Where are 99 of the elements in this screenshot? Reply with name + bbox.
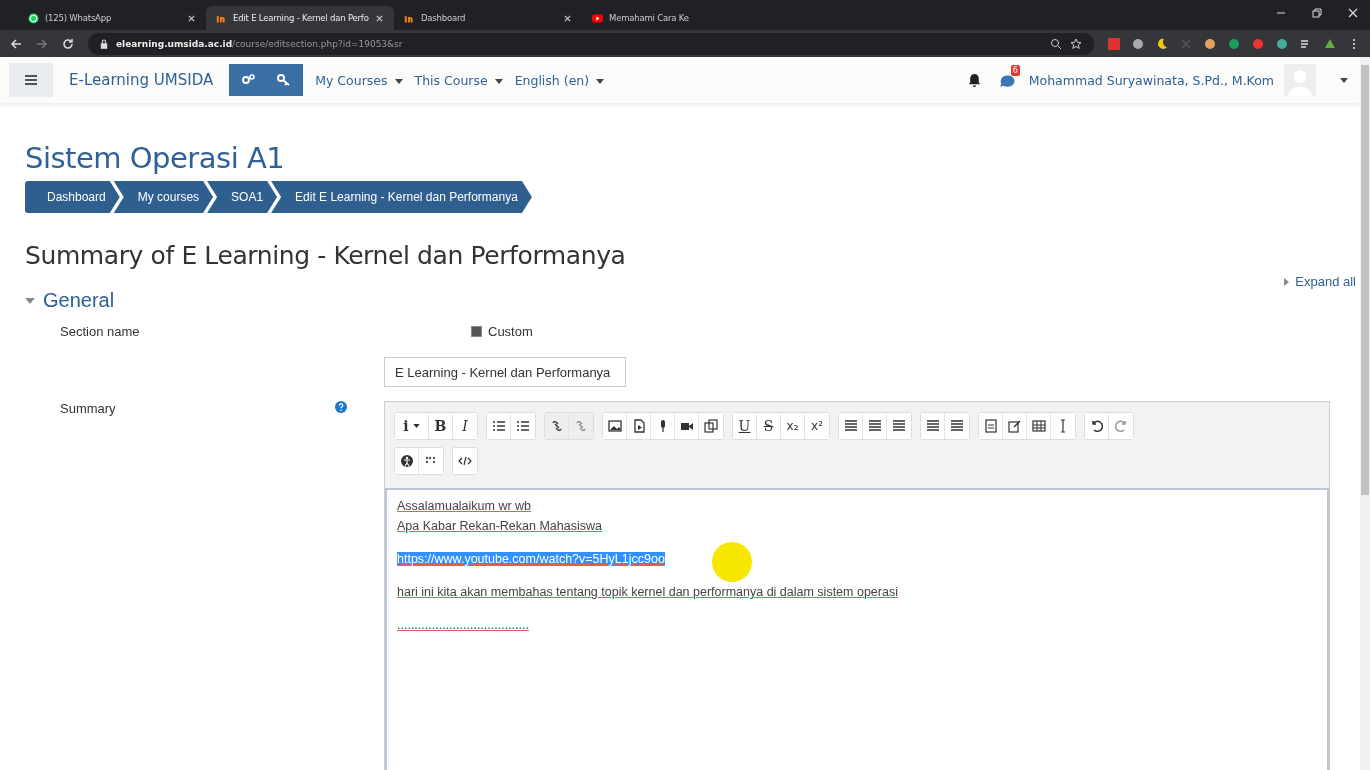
close-icon[interactable] <box>187 13 196 23</box>
checkbox[interactable] <box>471 326 482 337</box>
tab-title: Dashboard <box>421 13 467 23</box>
field-label: Summary <box>59 401 117 416</box>
nav-menu[interactable]: This Course <box>414 72 503 88</box>
triangle-icon <box>1284 277 1290 286</box>
extension-icon[interactable] <box>1204 37 1216 50</box>
key-icon[interactable] <box>277 74 292 86</box>
help-icon[interactable] <box>335 401 347 413</box>
url-text: elearning.umsida.ac.id/course/editsection.php?id=19053&sr <box>116 38 403 49</box>
undo-icon <box>1089 419 1104 433</box>
close-icon[interactable] <box>563 13 572 23</box>
tab-title: Edit E Learning - Kernel dan Perfo <box>233 13 369 23</box>
editor-text: Assalamualaikum wr wb <box>397 499 532 513</box>
indent-icon <box>950 419 964 433</box>
link-button[interactable] <box>545 413 569 439</box>
back-icon[interactable] <box>10 37 22 50</box>
triangle-icon[interactable] <box>25 297 35 304</box>
info-button[interactable]: i <box>395 413 429 439</box>
align-left-icon <box>843 419 858 433</box>
reload-icon[interactable] <box>62 37 74 50</box>
numbers-icon <box>516 419 530 433</box>
section-title[interactable]: General <box>43 289 115 312</box>
gears-icon[interactable] <box>241 74 256 86</box>
underline-button[interactable]: U <box>733 413 757 439</box>
extension-icon[interactable] <box>1324 37 1336 50</box>
nav-menu[interactable]: English (en) <box>514 72 605 88</box>
menu-icon <box>25 75 37 85</box>
code-icon <box>458 454 472 468</box>
image-icon <box>607 419 622 433</box>
outdent-button[interactable] <box>921 413 945 439</box>
editor-area[interactable] <box>385 488 1329 770</box>
breadcrumb[interactable]: SOA1 <box>207 181 278 213</box>
extension-icon[interactable] <box>1276 37 1288 50</box>
chat-icon[interactable] <box>998 72 1015 88</box>
table-icon <box>1031 419 1046 433</box>
caret-icon <box>394 78 403 84</box>
chat-icon <box>28 12 39 24</box>
image-button[interactable] <box>603 413 627 439</box>
media-icon <box>631 419 646 433</box>
undo-button[interactable] <box>1085 413 1109 439</box>
input-field[interactable]: E Learning - Kernel dan Performanya <box>384 357 626 387</box>
caret-icon <box>412 424 420 428</box>
editor-text: hari ini kita akan membahas tentang topik kernel dan performanya di dalam sistem operasi <box>397 585 898 599</box>
menu-button[interactable] <box>9 63 53 97</box>
close-icon[interactable] <box>375 13 384 23</box>
calculator-button[interactable] <box>979 413 1003 439</box>
bell-icon[interactable] <box>967 73 981 87</box>
breadcrumb[interactable]: Edit E Learning - Kernel dan Performanya <box>271 181 532 213</box>
extension-icon[interactable] <box>1108 37 1120 50</box>
redo-icon <box>1114 419 1128 433</box>
site-brand[interactable]: E-Learning UMSIDA <box>69 71 214 89</box>
editor-text: ...................................... <box>397 618 529 632</box>
extension-icon[interactable] <box>1228 37 1240 50</box>
checkbox-label: Custom <box>488 324 533 339</box>
tab-title: (125) WhatsApp <box>45 13 113 23</box>
breadcrumb[interactable]: My courses <box>113 181 214 213</box>
message-count: 6 <box>1010 65 1020 76</box>
caret-icon[interactable] <box>1340 77 1348 83</box>
bullets-button[interactable] <box>487 413 511 439</box>
nav-menu[interactable]: My Courses <box>315 72 403 88</box>
field-label: Section name <box>59 324 141 339</box>
breadcrumb[interactable]: Dashboard <box>25 181 120 213</box>
outdent-icon <box>925 419 940 433</box>
extension-icon[interactable] <box>1132 37 1144 50</box>
moon-icon[interactable] <box>1156 37 1168 50</box>
editor-text: https://www.youtube.com/watch?v=5HyL1jcc9oo <box>397 552 665 566</box>
expand-all-link[interactable]: Expand all <box>1295 274 1356 289</box>
browser-tab[interactable]: (125) WhatsApp <box>18 6 206 30</box>
copy-icon <box>704 419 718 433</box>
accessibility-icon <box>399 454 414 468</box>
caret-icon <box>596 78 605 84</box>
zoom-icon[interactable] <box>1050 37 1062 50</box>
restore-icon[interactable] <box>1312 8 1322 18</box>
page-heading: Summary of E Learning - Kernel dan Performanya <box>25 241 627 270</box>
bullets-icon <box>491 419 506 433</box>
code-button[interactable] <box>453 448 477 474</box>
play-icon <box>592 12 603 24</box>
align-right-icon <box>892 419 906 433</box>
scrollbar[interactable] <box>1360 57 1370 770</box>
course-title: Sistem Operasi A1 <box>25 141 286 175</box>
align-left-button[interactable] <box>839 413 863 439</box>
browser-tab[interactable]: Dashboard <box>394 6 582 30</box>
forward-icon[interactable] <box>36 37 48 50</box>
user-name[interactable]: Mohammad Suryawinata, S.Pd., M.Kom <box>1028 72 1274 88</box>
align-center-icon <box>867 419 882 433</box>
browser-tab[interactable]: Edit E Learning - Kernel dan Perfo <box>206 6 394 30</box>
editor-text: Apa Kabar Rekan-Rekan Mahasiswa <box>397 519 602 533</box>
browser-tab[interactable]: Memahami Cara Ke <box>582 6 770 30</box>
extension-icon[interactable] <box>1252 37 1264 50</box>
address-bar[interactable]: elearning.umsida.ac.id/course/editsection.php?id=19053&sr <box>88 32 1094 55</box>
close-icon[interactable] <box>1348 8 1358 18</box>
cursor-highlight <box>712 542 752 582</box>
tab-title: Memahami Cara Ke <box>609 13 690 23</box>
lock-icon <box>100 38 108 49</box>
edit-icon <box>1007 419 1022 433</box>
star-icon[interactable] <box>1070 37 1082 50</box>
accessibility-button[interactable] <box>395 448 419 474</box>
caret-icon <box>494 78 503 84</box>
